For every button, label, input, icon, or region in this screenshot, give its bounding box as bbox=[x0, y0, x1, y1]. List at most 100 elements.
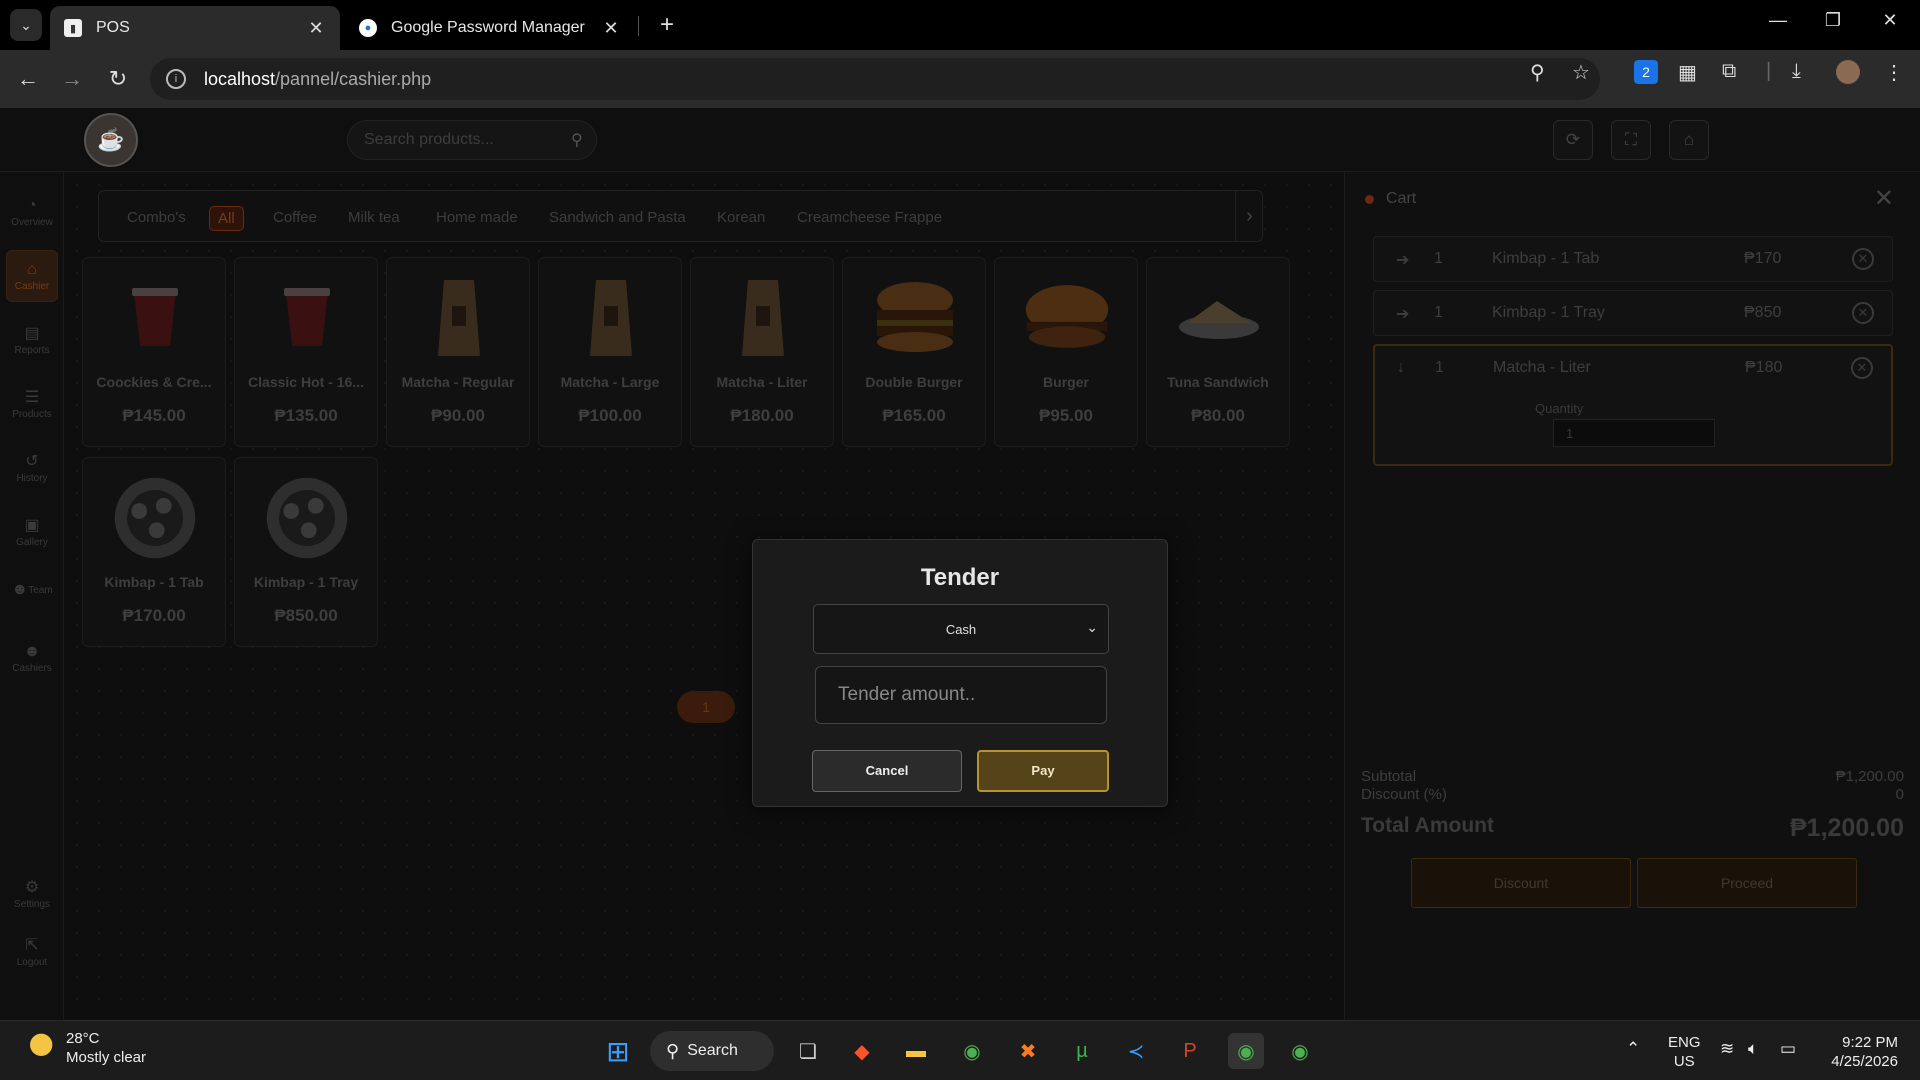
refresh-button[interactable]: ⟳ bbox=[1553, 120, 1593, 160]
address-bar[interactable]: i localhost/pannel/cashier.php bbox=[150, 58, 1600, 100]
file-explorer-icon[interactable]: ▬ bbox=[898, 1033, 934, 1069]
show-hidden-icons-chevron-icon[interactable]: ⌃ bbox=[1626, 1039, 1640, 1059]
fullscreen-button[interactable]: ⛶ bbox=[1611, 120, 1651, 160]
remove-item-icon[interactable]: ✕ bbox=[1852, 248, 1874, 270]
windows-start-icon[interactable]: ⊞ bbox=[600, 1033, 636, 1069]
chrome-secondary-icon[interactable]: ◉ bbox=[1282, 1033, 1318, 1069]
tab-search-button[interactable]: ⌄ bbox=[10, 9, 42, 41]
proceed-button[interactable]: Proceed bbox=[1637, 858, 1857, 908]
wifi-icon[interactable]: ≋ bbox=[1720, 1039, 1734, 1059]
cart-close-icon[interactable]: ✕ bbox=[1874, 184, 1894, 213]
payment-method-select[interactable]: Cash ⌄ bbox=[813, 604, 1109, 654]
taskbar-search[interactable]: ⚲ Search bbox=[650, 1031, 774, 1071]
date: 4/25/2026 bbox=[1831, 1053, 1898, 1070]
site-info-icon[interactable]: i bbox=[166, 69, 186, 89]
remove-item-icon[interactable]: ✕ bbox=[1851, 357, 1873, 379]
sidebar-item-team[interactable]: ☻ Team bbox=[6, 564, 58, 616]
product-card[interactable]: Matcha - Regular ₱90.00 bbox=[386, 257, 530, 447]
restore-button[interactable]: ❐ bbox=[1813, 10, 1853, 31]
collapse-arrow-icon[interactable]: ↓ bbox=[1397, 359, 1405, 377]
sidebar-item-products[interactable]: ☰ Products bbox=[6, 378, 58, 430]
chrome-profile-icon[interactable]: ◉ bbox=[1228, 1033, 1264, 1069]
search-icon: ⚲ bbox=[666, 1040, 680, 1061]
product-card[interactable]: Coockies & Cre... ₱145.00 bbox=[82, 257, 226, 447]
zoom-icon[interactable]: ⚲ bbox=[1530, 60, 1545, 85]
chrome-icon[interactable]: ◉ bbox=[954, 1033, 990, 1069]
volume-icon[interactable]: 🔈︎ bbox=[1748, 1039, 1758, 1059]
pay-button[interactable]: Pay bbox=[977, 750, 1109, 792]
back-button[interactable]: ← bbox=[12, 63, 44, 95]
close-tab-icon[interactable]: ✕ bbox=[306, 18, 326, 39]
sidebar-item-cashiers[interactable]: ☻ Cashiers bbox=[6, 632, 58, 684]
minimize-button[interactable]: — bbox=[1758, 10, 1798, 31]
quantity-input[interactable]: 1 bbox=[1553, 419, 1715, 447]
menu-kebab-icon[interactable]: ⋮ bbox=[1884, 60, 1904, 85]
pagination-page-1[interactable]: 1 bbox=[677, 691, 735, 723]
utorrent-icon[interactable]: µ bbox=[1064, 1033, 1100, 1069]
powerpoint-icon[interactable]: P bbox=[1172, 1033, 1208, 1069]
product-name: Coockies & Cre... bbox=[96, 374, 212, 390]
category-next-chevron-icon[interactable]: › bbox=[1235, 190, 1263, 242]
weather-widget[interactable]: 28°C Mostly clear bbox=[22, 1029, 146, 1067]
sidebar-item-gallery[interactable]: ▣ Gallery bbox=[6, 506, 58, 558]
battery-icon[interactable]: ▭ bbox=[1780, 1039, 1796, 1059]
cart-item-price: ₱850 bbox=[1744, 304, 1782, 321]
discount-button[interactable]: Discount bbox=[1411, 858, 1631, 908]
cart-item[interactable]: ➔ 1 Kimbap - 1 Tray ₱850 ✕ bbox=[1373, 290, 1893, 336]
xampp-icon[interactable]: ✖ bbox=[1010, 1033, 1046, 1069]
expand-arrow-icon[interactable]: ➔ bbox=[1396, 304, 1409, 324]
brave-browser-icon[interactable]: ◆ bbox=[844, 1033, 880, 1069]
cart-item[interactable]: ➔ 1 Kimbap - 1 Tab ₱170 ✕ bbox=[1373, 236, 1893, 282]
search-icon[interactable]: ⚲ bbox=[571, 130, 583, 150]
category-combos[interactable]: Combo's bbox=[119, 206, 194, 229]
forward-button[interactable]: → bbox=[56, 63, 88, 95]
tab-password-manager[interactable]: ● Google Password Manager ✕ bbox=[345, 6, 635, 50]
downloads-icon[interactable]: ⤓ bbox=[1792, 60, 1801, 83]
task-view-icon[interactable]: ❏ bbox=[790, 1033, 826, 1069]
category-all[interactable]: All bbox=[209, 206, 244, 231]
product-card[interactable]: Matcha - Liter ₱180.00 bbox=[690, 257, 834, 447]
product-card[interactable]: Tuna Sandwich ₱80.00 bbox=[1146, 257, 1290, 447]
qr-code-icon[interactable]: ▦ bbox=[1678, 60, 1697, 85]
close-window-button[interactable]: ✕ bbox=[1870, 10, 1910, 31]
coffee-cup-icon bbox=[113, 276, 197, 360]
product-card[interactable]: Double Burger ₱165.00 bbox=[842, 257, 986, 447]
cancel-button[interactable]: Cancel bbox=[812, 750, 962, 792]
category-milk-tea[interactable]: Milk tea bbox=[340, 206, 408, 229]
search-input[interactable] bbox=[364, 131, 571, 149]
sidebar-item-overview[interactable]: ◔ Overview bbox=[6, 186, 58, 238]
category-korean[interactable]: Korean bbox=[709, 206, 773, 229]
category-creamcheese-frappe[interactable]: Creamcheese Frappe bbox=[789, 206, 950, 229]
product-card[interactable]: Classic Hot - 16... ₱135.00 bbox=[234, 257, 378, 447]
sidebar-item-history[interactable]: ↺ History bbox=[6, 442, 58, 494]
product-card[interactable]: Kimbap - 1 Tray ₱850.00 bbox=[234, 457, 378, 647]
brand-logo[interactable]: ☕ bbox=[84, 113, 138, 167]
tab-pos[interactable]: ▮ POS ✕ bbox=[50, 6, 340, 50]
sidebar-item-reports[interactable]: ▤ Reports bbox=[6, 314, 58, 366]
sidebar-item-cashier[interactable]: ⌂ Cashier bbox=[6, 250, 58, 302]
remove-item-icon[interactable]: ✕ bbox=[1852, 302, 1874, 324]
profile-avatar[interactable] bbox=[1836, 60, 1860, 84]
vscode-icon[interactable]: ≺ bbox=[1118, 1033, 1154, 1069]
new-tab-button[interactable]: + bbox=[652, 10, 682, 40]
clock[interactable]: 9:22 PM 4/25/2026 bbox=[1824, 1033, 1898, 1071]
sidebar-item-logout[interactable]: ⇱ Logout bbox=[6, 926, 58, 978]
category-sandwich-pasta[interactable]: Sandwich and Pasta bbox=[541, 206, 694, 229]
bookmark-star-icon[interactable]: ☆ bbox=[1572, 60, 1590, 85]
category-home-made[interactable]: Home made bbox=[428, 206, 526, 229]
language-indicator[interactable]: ENG US bbox=[1668, 1033, 1701, 1071]
close-tab-icon[interactable]: ✕ bbox=[601, 18, 621, 39]
category-coffee[interactable]: Coffee bbox=[265, 206, 325, 229]
product-card[interactable]: Kimbap - 1 Tab ₱170.00 bbox=[82, 457, 226, 647]
extension-bitwarden-icon[interactable]: 2 bbox=[1634, 60, 1658, 84]
home-button[interactable]: ⌂ bbox=[1669, 120, 1709, 160]
browser-tab-bar: ⌄ ▮ POS ✕ ● Google Password Manager ✕ + … bbox=[0, 0, 1920, 50]
tender-amount-input[interactable] bbox=[815, 666, 1107, 724]
sidebar-item-settings[interactable]: ⚙ Settings bbox=[6, 868, 58, 920]
cart-item-expanded[interactable]: ↓ 1 Matcha - Liter ₱180 ✕ Quantity 1 bbox=[1373, 344, 1893, 466]
reload-button[interactable]: ↻ bbox=[102, 63, 134, 95]
product-card[interactable]: Burger ₱95.00 bbox=[994, 257, 1138, 447]
expand-arrow-icon[interactable]: ➔ bbox=[1396, 250, 1409, 270]
product-card[interactable]: Matcha - Large ₱100.00 bbox=[538, 257, 682, 447]
extensions-puzzle-icon[interactable]: ⧉ bbox=[1722, 60, 1736, 83]
